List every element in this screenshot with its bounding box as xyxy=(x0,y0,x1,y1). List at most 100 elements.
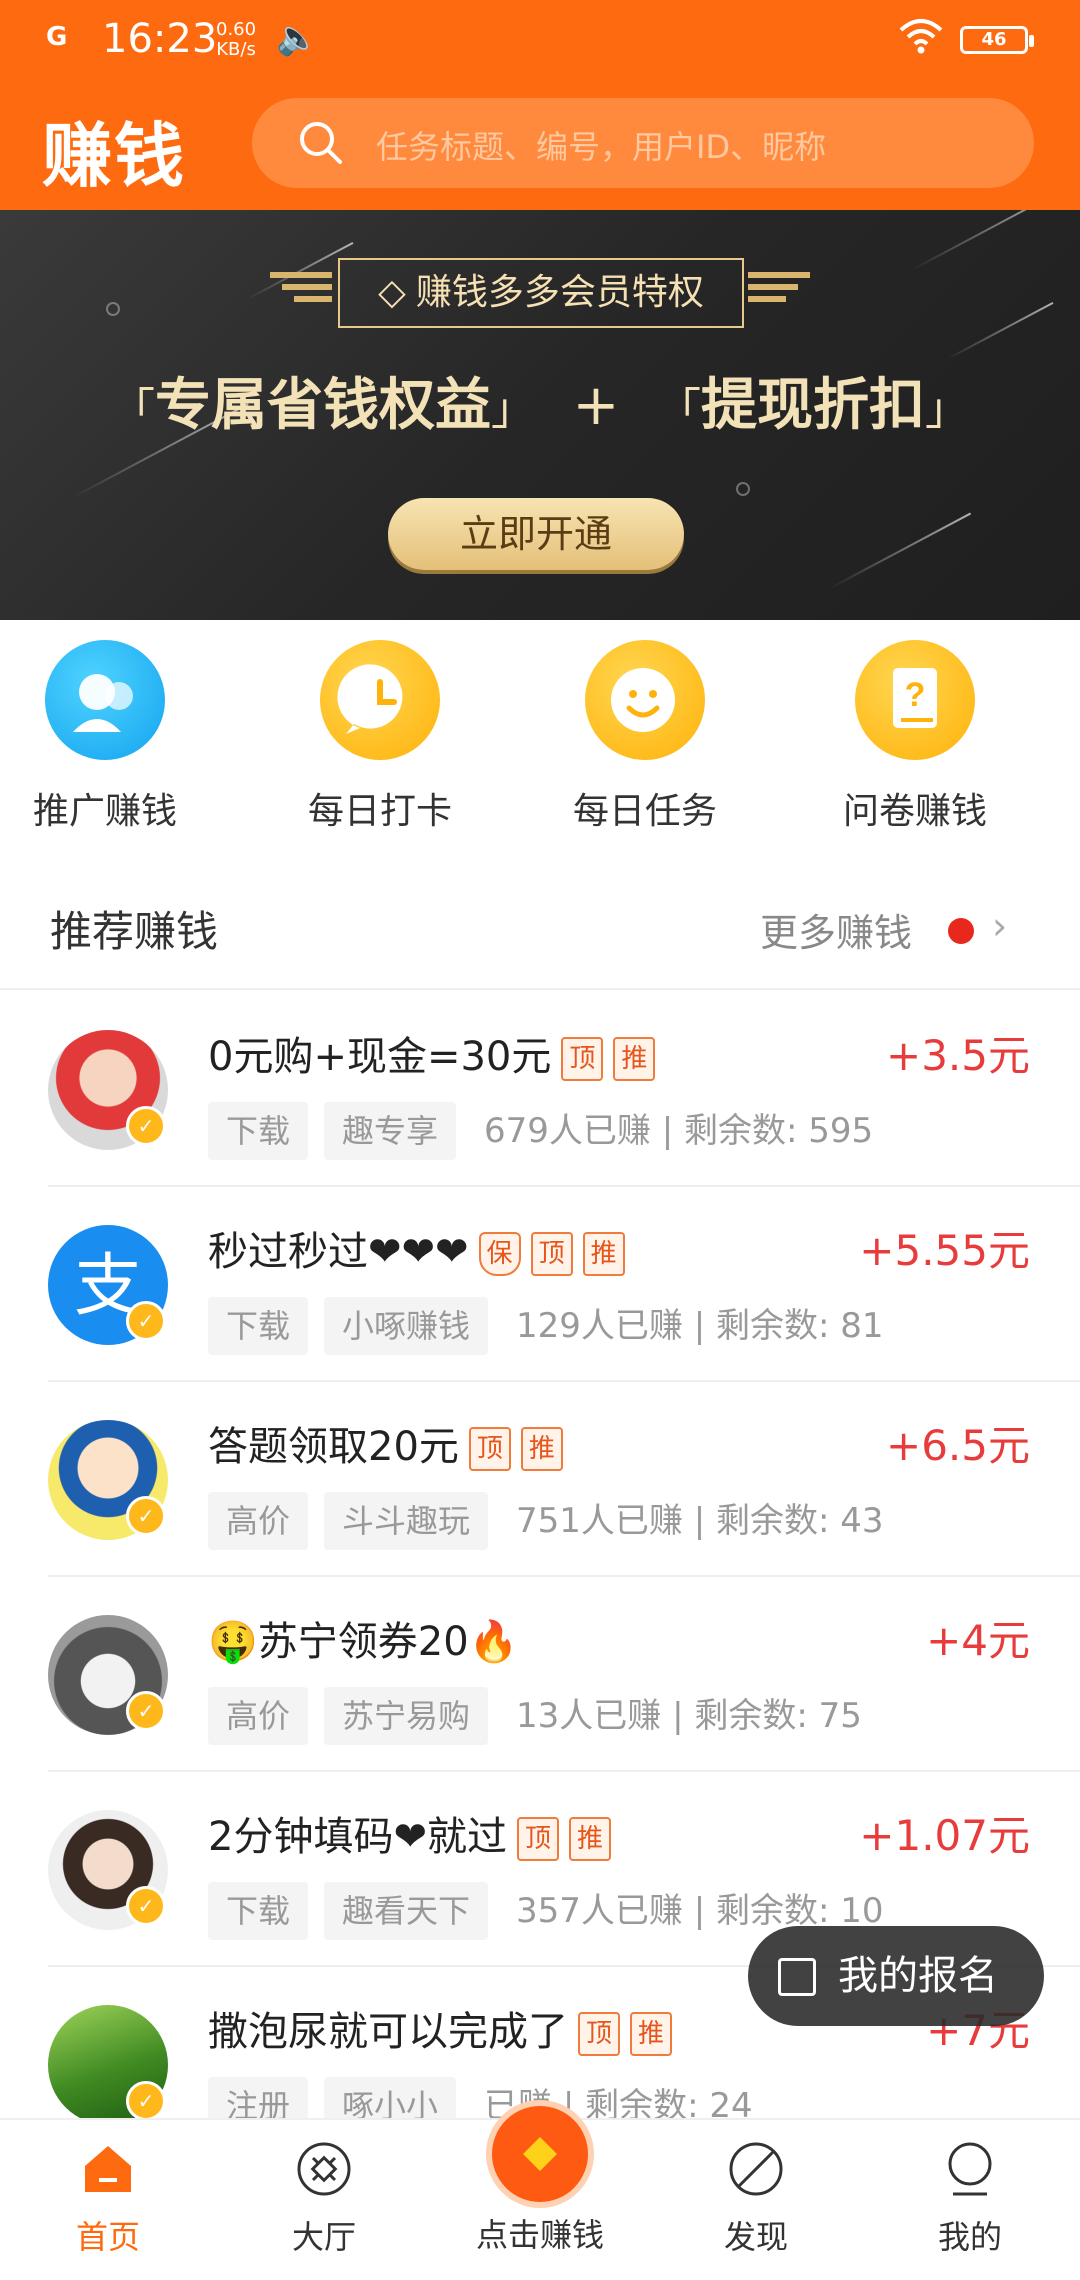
open-vip-button[interactable]: 立即开通 xyxy=(388,498,684,570)
home-icon xyxy=(79,2140,137,2198)
banner-dot xyxy=(736,482,750,496)
recommend-tag: 推 xyxy=(520,1427,563,1471)
task-title-line: 🤑苏宁领券20🔥 xyxy=(208,1609,519,1667)
status-bar: G 16:23 0.60 KB/s 🔈 46 xyxy=(0,0,1080,80)
verified-badge-icon: ✓ xyxy=(126,2081,166,2121)
banner-slogan: 「专属省钱权益」 + 「提现折扣」 xyxy=(111,373,969,438)
profile-icon xyxy=(941,2140,999,2198)
clock-icon xyxy=(320,640,440,760)
nav-label: 首页 xyxy=(75,2218,140,2256)
top-bar: G 16:23 0.60 KB/s 🔈 46 赚钱 任务标题、编号，用户ID、昵… xyxy=(0,0,1080,210)
task-chip: 高价 xyxy=(208,1687,309,1745)
banner-streak xyxy=(909,210,1061,272)
task-title-line: 撒泡尿就可以完成了顶推 xyxy=(208,1999,673,2057)
network-speed-value: 0.60 xyxy=(216,19,257,40)
task-meta: 下载 趣专享 679人已赚 | 剩余数: 595 xyxy=(208,1102,873,1160)
top-tag: 顶 xyxy=(468,1427,511,1471)
battery-indicator: 46 xyxy=(960,26,1034,54)
task-meta: 高价 苏宁易购 13人已赚 | 剩余数: 75 xyxy=(208,1687,862,1745)
discover-icon xyxy=(727,2140,785,2198)
guarantee-tag: 保 xyxy=(478,1232,521,1276)
quick-item-checkin[interactable]: 每日打卡 xyxy=(280,640,480,834)
quick-label: 问卷赚钱 xyxy=(842,791,987,832)
people-icon xyxy=(45,640,165,760)
task-chip: 趣看天下 xyxy=(324,1882,489,1940)
task-stats: 129人已赚 | 剩余数: 81 xyxy=(516,1306,884,1346)
task-title-line: 答题领取20元顶推 xyxy=(208,1414,563,1472)
search-icon xyxy=(300,122,342,164)
more-link[interactable]: 更多赚钱 xyxy=(760,902,912,957)
nav-hall[interactable]: 大厅 xyxy=(234,2140,414,2258)
task-chip: 斗斗趣玩 xyxy=(324,1492,489,1550)
task-chip: 下载 xyxy=(208,1102,309,1160)
task-title-line: 2分钟填码❤就过顶推 xyxy=(208,1804,611,1862)
task-chip: 苏宁易购 xyxy=(324,1687,489,1745)
recommend-tag: 推 xyxy=(582,1232,625,1276)
quick-item-daily-task[interactable]: 每日任务 xyxy=(545,640,745,834)
task-meta: 下载 小啄赚钱 129人已赚 | 剩余数: 81 xyxy=(208,1297,884,1355)
verified-badge-icon: ✓ xyxy=(126,1301,166,1341)
nav-discover[interactable]: 发现 xyxy=(666,2140,846,2258)
task-chip: 下载 xyxy=(208,1297,309,1355)
quick-label: 推广赚钱 xyxy=(32,791,177,832)
hall-icon xyxy=(295,2140,353,2198)
top-tag: 顶 xyxy=(530,1232,573,1276)
wifi-icon xyxy=(899,19,943,54)
quick-item-promote[interactable]: 推广赚钱 xyxy=(5,640,205,834)
signal-indicator: G xyxy=(46,22,68,52)
task-title: 🤑苏宁领券20🔥 xyxy=(208,1619,519,1665)
task-title-line: 0元购+现金=30元顶推 xyxy=(208,1024,656,1082)
notification-dot xyxy=(948,918,974,944)
banner-streak xyxy=(946,301,1054,361)
top-tag: 顶 xyxy=(578,2012,621,2056)
task-stats: 357人已赚 | 剩余数: 10 xyxy=(516,1891,884,1931)
quick-label: 每日打卡 xyxy=(307,791,452,832)
task-chip: 小啄赚钱 xyxy=(324,1297,489,1355)
task-chip: 下载 xyxy=(208,1882,309,1940)
status-time: 16:23 xyxy=(102,16,218,62)
task-row[interactable]: 支 ✓ 秒过秒过❤❤❤ 保顶推 +5.55元 下载 小啄赚钱 129人已赚 | 剩余数… xyxy=(0,1187,1080,1382)
task-stats: 679人已赚 | 剩余数: 595 xyxy=(484,1111,874,1151)
nav-mine[interactable]: 我的 xyxy=(880,2140,1060,2258)
top-tag: 顶 xyxy=(561,1037,604,1081)
recommend-tag: 推 xyxy=(613,1037,656,1081)
my-signups-label: 我的报名 xyxy=(838,1953,998,1999)
nav-home[interactable]: 首页 xyxy=(18,2140,198,2258)
nav-label: 大厅 xyxy=(291,2218,356,2256)
task-row[interactable]: ✓ 0元购+现金=30元顶推 +3.5元 下载 趣专享 679人已赚 | 剩余数: … xyxy=(0,992,1080,1187)
app-logo: 赚钱 xyxy=(42,114,186,197)
recommend-tag: 推 xyxy=(630,2012,673,2056)
badge-wing-left xyxy=(270,272,332,314)
vip-banner[interactable]: ◇ 赚钱多多会员特权 「专属省钱权益」 + 「提现折扣」 立即开通 xyxy=(0,210,1080,620)
question-book-icon: ? xyxy=(855,640,975,760)
chevron-right-icon[interactable]: › xyxy=(992,904,1007,948)
task-row[interactable]: ✓ 🤑苏宁领券20🔥 +4元 高价 苏宁易购 13人已赚 | 剩余数: 75 xyxy=(0,1577,1080,1772)
task-reward: +5.55元 xyxy=(859,1226,1030,1275)
task-stats: 751人已赚 | 剩余数: 43 xyxy=(516,1501,884,1541)
vip-badge: ◇ 赚钱多多会员特权 xyxy=(338,258,744,328)
verified-badge-icon: ✓ xyxy=(126,1691,166,1731)
task-title: 答题领取20元 xyxy=(208,1424,459,1470)
badge-wing-right xyxy=(748,272,810,314)
my-signups-button[interactable]: 我的报名 xyxy=(748,1926,1044,2026)
task-title-line: 秒过秒过❤❤❤ 保顶推 xyxy=(208,1219,625,1277)
earn-center-button[interactable] xyxy=(486,2100,594,2208)
task-row[interactable]: ✓ 答题领取20元顶推 +6.5元 高价 斗斗趣玩 751人已赚 | 剩余数: 43 xyxy=(0,1382,1080,1577)
task-reward: +3.5元 xyxy=(886,1031,1030,1080)
search-bar[interactable]: 任务标题、编号，用户ID、昵称 xyxy=(252,98,1034,188)
diamond-icon xyxy=(523,2137,557,2171)
task-title: 0元购+现金=30元 xyxy=(208,1034,552,1080)
search-placeholder: 任务标题、编号，用户ID、昵称 xyxy=(376,128,827,166)
earn-center-label: 点击赚钱 xyxy=(475,2216,604,2254)
banner-streak xyxy=(828,512,972,590)
verified-badge-icon: ✓ xyxy=(126,1886,166,1926)
task-stats: 13人已赚 | 剩余数: 75 xyxy=(516,1696,862,1736)
task-meta: 高价 斗斗趣玩 751人已赚 | 剩余数: 43 xyxy=(208,1492,884,1550)
slogan-left: 专属省钱权益 xyxy=(155,373,492,438)
list-icon xyxy=(778,1958,816,1996)
nav-label: 我的 xyxy=(937,2218,1002,2256)
task-chip: 趣专享 xyxy=(324,1102,457,1160)
top-tag: 顶 xyxy=(516,1817,559,1861)
quick-item-survey[interactable]: ? 问卷赚钱 xyxy=(815,640,1015,834)
task-title: 秒过秒过❤❤❤ xyxy=(208,1229,469,1275)
